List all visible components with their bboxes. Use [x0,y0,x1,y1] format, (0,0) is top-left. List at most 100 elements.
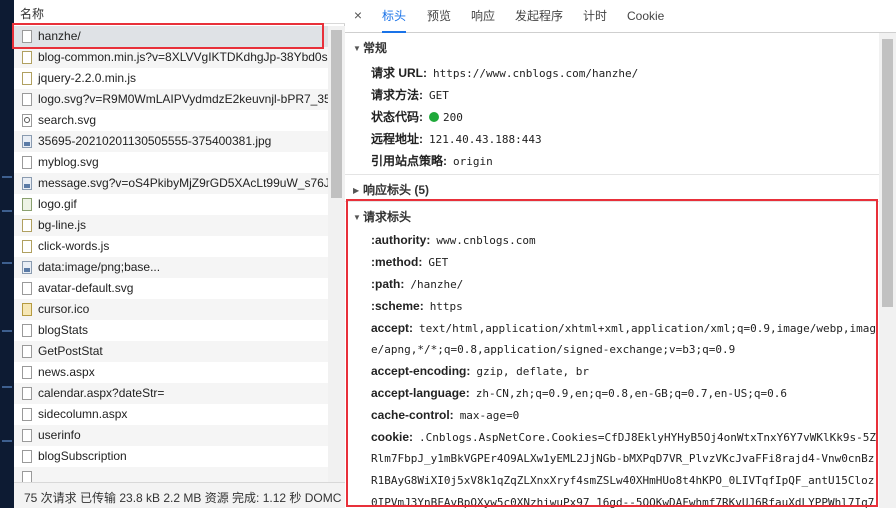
search-icon [22,114,32,127]
expanded-triangle-icon: ▼ [353,44,361,53]
request-row[interactable]: userinfo [14,425,328,446]
status-ok-icon [429,112,439,122]
request-name: sidecolumn.aspx [38,407,128,421]
authority-header-row: :authority: www.cnblogs.com [371,233,536,247]
tab-initiator[interactable]: 发起程序 [515,0,563,33]
headers-scrollbar[interactable] [879,33,896,508]
request-row[interactable]: jquery-2.2.0.min.js [14,68,328,89]
document-icon [22,345,32,358]
general-section-toggle[interactable]: ▼ 常规 [353,39,387,56]
script-icon [22,72,32,85]
path-header-value: /hanzhe/ [410,278,464,291]
path-header-label: :path: [371,277,405,291]
accept-language-header-row: accept-language: zh-CN,zh;q=0.9,en;q=0.8,… [371,386,787,400]
document-icon [22,408,32,421]
response-headers-title: 响应标头 (5) [363,183,430,197]
request-row[interactable]: blogSubscription [14,446,328,467]
request-name: cursor.ico [38,302,90,316]
detail-tab-bar: × 标头 预览 响应 发起程序 计时 Cookie [345,0,896,33]
request-name: logo.svg?v=R9M0WmLAIPVydmdzE2keuvnjl-bPR… [38,92,328,106]
cookie-header-label: cookie: [371,430,414,444]
remote-address-row: 远程地址: 121.40.43.188:443 [371,130,542,147]
request-name: hanzhe/ [38,29,81,43]
request-name: blogStats [38,323,89,337]
request-row[interactable]: blogStats [14,320,328,341]
general-section-title: 常规 [363,41,388,55]
section-divider [345,201,879,202]
referrer-policy-value: origin [453,155,493,168]
script-icon [22,240,32,253]
request-list-scroll-thumb[interactable] [331,30,342,198]
request-row[interactable]: search.svg [14,110,328,131]
request-name: avatar-default.svg [38,281,134,295]
request-name: blog-common.min.js?v=8XLVVgIKTDKdhgJp-38… [38,50,328,64]
scheme-header-label: :scheme: [371,299,424,313]
request-row[interactable]: logo.svg?v=R9M0WmLAIPVydmdzE2keuvnjl-bPR… [14,89,328,110]
request-url-row: 请求 URL: https://www.cnblogs.com/hanzhe/ [371,64,638,81]
status-code-value: 200 [443,111,463,124]
cookie-header-value: .Cnblogs.AspNetCore.Cookies=CfDJ8EklyHYH… [419,431,876,444]
request-row[interactable]: bg-line.js [14,215,328,236]
request-name: logo.gif [38,197,77,211]
network-summary-bar: 75 次请求 已传输 23.8 kB 2.2 MB 资源 完成: 1.12 秒 … [14,482,345,508]
name-column-label: 名称 [20,7,45,21]
cache-control-header-value: max-age=0 [459,409,520,422]
request-row[interactable]: news.aspx [14,362,328,383]
accept-encoding-header-row: accept-encoding: gzip, deflate, br [371,364,589,378]
method-header-label: :method: [371,255,423,269]
cache-control-header-row: cache-control: max-age=0 [371,408,519,422]
request-row[interactable]: click-words.js [14,236,328,257]
document-icon [22,450,32,463]
accept-header-row: accept: text/html,application/xhtml+xml,a… [371,321,876,335]
request-list-scrollbar[interactable] [328,26,345,482]
document-icon [22,387,32,400]
request-row[interactable]: myblog.svg [14,152,328,173]
request-row[interactable]: GetPostStat [14,341,328,362]
request-row[interactable]: message.svg?v=oS4PkibyMjZ9rGD5XAcLt99uW_… [14,173,328,194]
request-row[interactable]: calendar.aspx?dateStr= [14,383,328,404]
document-icon [22,30,32,43]
request-headers-toggle[interactable]: ▼ 请求标头 [353,208,411,225]
request-method-label: 请求方法: [371,88,423,102]
request-row[interactable]: hanzhe/ [14,26,328,47]
response-headers-toggle[interactable]: ▶ 响应标头 (5) [353,181,429,198]
request-row[interactable]: data:image/png;base... [14,257,328,278]
request-row[interactable]: logo.gif [14,194,328,215]
cookie-header-value-cont: 0IPVmJ3YnBFAvBpQXyw5c0XNzhiwuPx97_16gd--… [371,496,875,508]
remote-address-value: 121.40.43.188:443 [429,133,542,146]
request-row[interactable] [14,467,328,482]
image-icon [22,135,32,148]
request-name: GetPostStat [38,344,103,358]
accept-language-header-value: zh-CN,zh;q=0.9,en;q=0.8,en-GB;q=0.7,en-U… [475,387,787,400]
cookie-header-value-cont: Rlm7FbpJ_y1mBkVGPEr4O9ALXw1yEML2JjNGb-bM… [371,452,875,465]
request-url-value: https://www.cnblogs.com/hanzhe/ [433,67,639,80]
headers-content: ▼ 常规 请求 URL: https://www.cnblogs.com/hanzh… [345,33,879,508]
document-icon [22,93,32,106]
request-name: bg-line.js [38,218,87,232]
request-name: myblog.svg [38,155,99,169]
request-row[interactable]: blog-common.min.js?v=8XLVVgIKTDKdhgJp-38… [14,47,328,68]
request-row[interactable]: sidecolumn.aspx [14,404,328,425]
name-column-header[interactable]: 名称 [14,0,345,24]
tab-preview[interactable]: 预览 [427,0,451,33]
close-icon[interactable]: × [350,7,366,23]
accept-header-value-cont: e/apng,*/*;q=0.8,application/signed-exch… [371,343,736,356]
request-row[interactable]: cursor.ico [14,299,328,320]
remote-address-label: 远程地址: [371,132,423,146]
accept-header-label: accept: [371,321,414,335]
request-row[interactable]: avatar-default.svg [14,278,328,299]
tab-timing[interactable]: 计时 [583,0,607,33]
headers-scroll-thumb[interactable] [882,39,893,307]
document-icon [22,324,32,337]
network-summary-text: 75 次请求 已传输 23.8 kB 2.2 MB 资源 完成: 1.12 秒 … [24,491,342,505]
request-row[interactable]: 35695-20210201130505555-375400381.jpg [14,131,328,152]
script-icon [22,219,32,232]
tab-cookies[interactable]: Cookie [627,0,664,33]
cookie-header-value-cont: R1BAyG8WiXI0j5xV8k1qZqZLXnxXryf4smZSLw40… [371,474,875,487]
tab-response[interactable]: 响应 [471,0,495,33]
tab-headers[interactable]: 标头 [382,0,407,33]
collapsed-triangle-icon: ▶ [353,186,360,195]
cache-control-header-label: cache-control: [371,408,454,422]
request-name: data:image/png;base... [38,260,161,274]
authority-header-value: www.cnblogs.com [436,234,536,247]
